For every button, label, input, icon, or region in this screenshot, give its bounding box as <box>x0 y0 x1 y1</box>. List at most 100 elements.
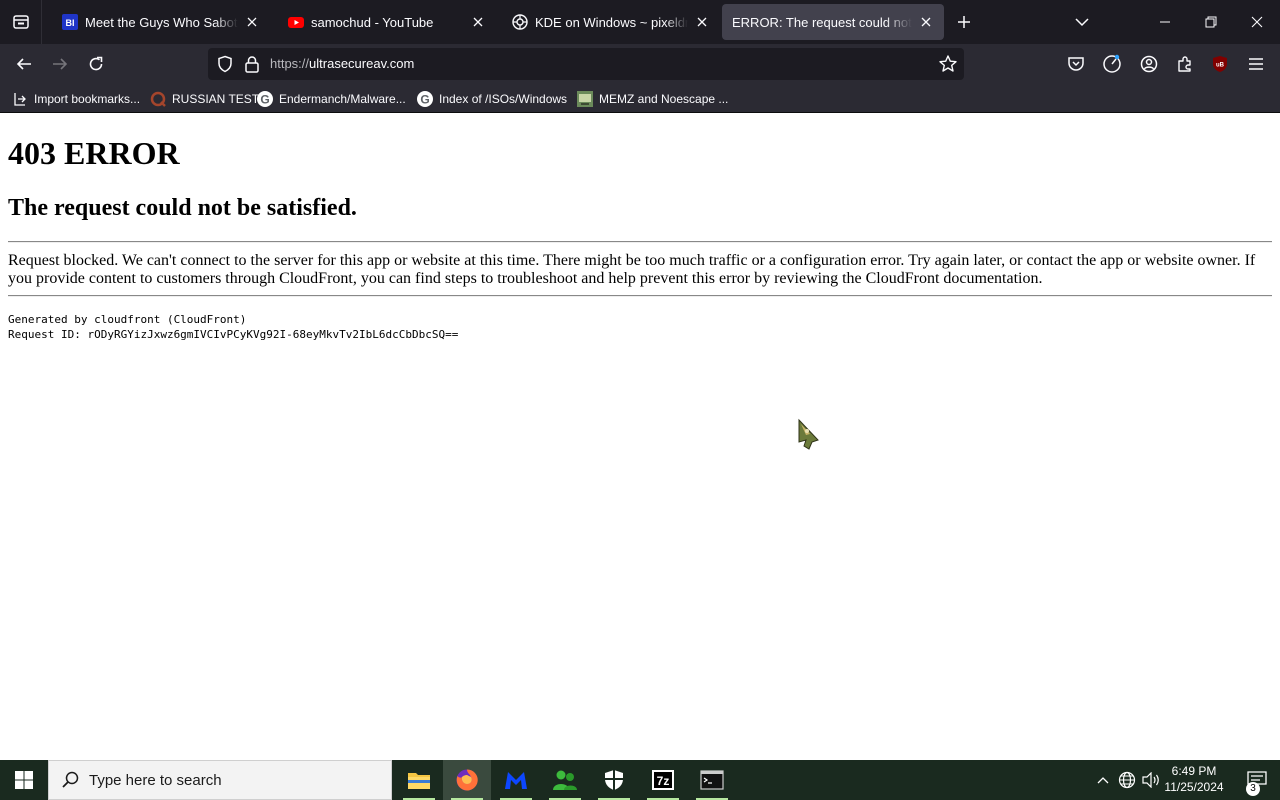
extensions-button[interactable] <box>1175 54 1195 74</box>
close-window-button[interactable] <box>1234 0 1280 44</box>
taskbar-windows-security[interactable] <box>590 760 638 800</box>
minimize-icon <box>1160 21 1170 23</box>
generated-by-text: Generated by cloudfront (CloudFront) <box>8 313 247 326</box>
bookmark-memz-noescape[interactable]: MEMZ and Noescape ... <box>577 89 728 109</box>
google-favicon-icon: G <box>257 91 273 107</box>
url-host: ultrasecureav.com <box>309 56 415 71</box>
hamburger-menu-icon <box>1249 58 1263 70</box>
bookmark-index-isos-windows[interactable]: G Index of /ISOs/Windows <box>417 89 567 109</box>
russian-test-favicon-icon <box>150 91 166 107</box>
error-heading: 403 ERROR <box>8 135 180 171</box>
globe-icon <box>1118 771 1136 789</box>
tab-error-active[interactable]: ERROR: The request could not be satisfie… <box>722 4 944 40</box>
windows-logo-icon <box>15 771 33 789</box>
url-text[interactable]: https://ultrasecureav.com <box>270 56 414 71</box>
back-button[interactable] <box>10 50 38 78</box>
list-all-tabs-button[interactable] <box>1072 12 1092 32</box>
bookmark-label: MEMZ and Noescape ... <box>599 92 729 106</box>
close-icon <box>1251 16 1263 28</box>
volume-button[interactable] <box>1140 760 1162 800</box>
reload-icon <box>89 56 103 71</box>
clock-date: 11/25/2024 <box>1164 780 1224 794</box>
network-button[interactable] <box>1116 760 1138 800</box>
taskbar-malwarebytes[interactable] <box>492 760 540 800</box>
url-protocol: https:// <box>270 56 310 71</box>
ublock-origin-icon: uB <box>1213 56 1227 72</box>
bookmark-label: Index of /ISOs/Windows <box>439 92 568 106</box>
restore-button[interactable] <box>1188 0 1234 44</box>
bookmark-endermanch-malware[interactable]: G Endermanch/Malware... <box>257 89 406 109</box>
new-tab-button[interactable] <box>954 12 974 32</box>
page-content: 403 ERROR The request could not be satis… <box>0 113 1280 760</box>
tab-pixeldrain[interactable]: KDE on Windows ~ pixeldrain <box>498 4 720 40</box>
bookmark-label: Endermanch/Malware... <box>279 92 406 106</box>
svg-text:7z: 7z <box>657 774 670 788</box>
navigation-toolbar: https://ultrasecureav.com uB <box>0 44 1280 84</box>
search-placeholder: Type here to search <box>89 771 222 789</box>
tab-title: Meet the Guys Who Sabotaged <box>85 14 238 30</box>
arrow-right-icon <box>53 58 68 70</box>
taskbar-people-app[interactable] <box>541 760 589 800</box>
bookmark-import[interactable]: Import bookmarks... <box>12 89 140 109</box>
plus-icon <box>958 16 970 28</box>
notification-count-badge: 3 <box>1246 782 1260 796</box>
7zip-icon: 7z <box>652 770 674 790</box>
svg-text:BI: BI <box>66 18 75 28</box>
divider <box>8 295 1272 297</box>
svg-text:uB: uB <box>1216 63 1225 69</box>
import-icon <box>12 91 28 107</box>
taskbar-file-explorer[interactable] <box>395 760 443 800</box>
tab-title: ERROR: The request could not be satisfie… <box>732 14 912 30</box>
bookmark-label: Import bookmarks... <box>34 92 141 106</box>
bi-logo-icon: BI <box>62 14 78 30</box>
close-tab-icon[interactable] <box>918 14 934 30</box>
tab-bi-article[interactable]: BI Meet the Guys Who Sabotaged <box>48 4 270 40</box>
firefox-icon <box>456 769 478 791</box>
account-icon <box>1140 55 1158 73</box>
start-button[interactable] <box>0 760 48 800</box>
speaker-icon <box>1142 772 1159 788</box>
terminal-icon <box>700 770 724 790</box>
arrow-left-icon <box>16 58 31 70</box>
tab-title: samochud - YouTube <box>311 14 434 30</box>
tab-title: KDE on Windows ~ pixeldrain <box>535 14 688 30</box>
taskbar-search-box[interactable]: Type here to search <box>48 760 392 800</box>
error-subheading: The request could not be satisfied. <box>8 195 357 221</box>
close-tab-icon[interactable] <box>244 14 260 30</box>
url-bar[interactable]: https://ultrasecureav.com <box>208 48 964 80</box>
close-tab-icon[interactable] <box>694 14 710 30</box>
chevron-down-icon <box>1075 18 1089 27</box>
request-id-text: Request ID: rODyRGYizJxwz6gmIVCIvPCyKVg9… <box>8 328 459 341</box>
youtube-logo-icon <box>288 14 304 30</box>
pocket-button[interactable] <box>1066 54 1086 74</box>
pixeldrain-logo-icon <box>512 14 528 30</box>
pocket-icon <box>1068 57 1084 71</box>
minimize-button[interactable] <box>1142 0 1188 44</box>
system-clock[interactable]: 6:49 PM 11/25/2024 <box>1162 763 1226 795</box>
tab-youtube[interactable]: samochud - YouTube <box>274 4 496 40</box>
search-icon <box>62 771 79 788</box>
bookmarks-toolbar: Import bookmarks... RUSSIAN TEST G Ender… <box>0 84 1280 113</box>
taskbar-firefox[interactable] <box>443 760 491 800</box>
bookmark-russian-test[interactable]: RUSSIAN TEST <box>150 89 259 109</box>
folder-icon <box>408 773 430 789</box>
bookmark-star-icon[interactable] <box>938 54 958 74</box>
chevron-up-icon <box>1097 777 1109 784</box>
account-button[interactable] <box>1139 54 1159 74</box>
lock-icon[interactable] <box>244 55 260 73</box>
show-hidden-icons-button[interactable] <box>1094 760 1112 800</box>
taskbar-7zip[interactable]: 7z <box>639 760 687 800</box>
app-menu-button[interactable] <box>1246 54 1266 74</box>
ublock-origin-button[interactable]: uB <box>1210 54 1230 74</box>
reload-button[interactable] <box>82 50 110 78</box>
error-message: Request blocked. We can't connect to the… <box>8 252 1256 287</box>
tracking-protection-shield-icon[interactable] <box>216 55 234 73</box>
bookmark-label: RUSSIAN TEST <box>172 92 260 106</box>
timer-extension-button[interactable] <box>1102 54 1122 74</box>
firefox-view-button[interactable] <box>0 0 42 44</box>
people-icon <box>553 770 577 790</box>
close-tab-icon[interactable] <box>470 14 486 30</box>
forward-button[interactable] <box>46 50 74 78</box>
error-details: Generated by cloudfront (CloudFront) Req… <box>8 312 458 342</box>
taskbar-terminal[interactable] <box>688 760 736 800</box>
